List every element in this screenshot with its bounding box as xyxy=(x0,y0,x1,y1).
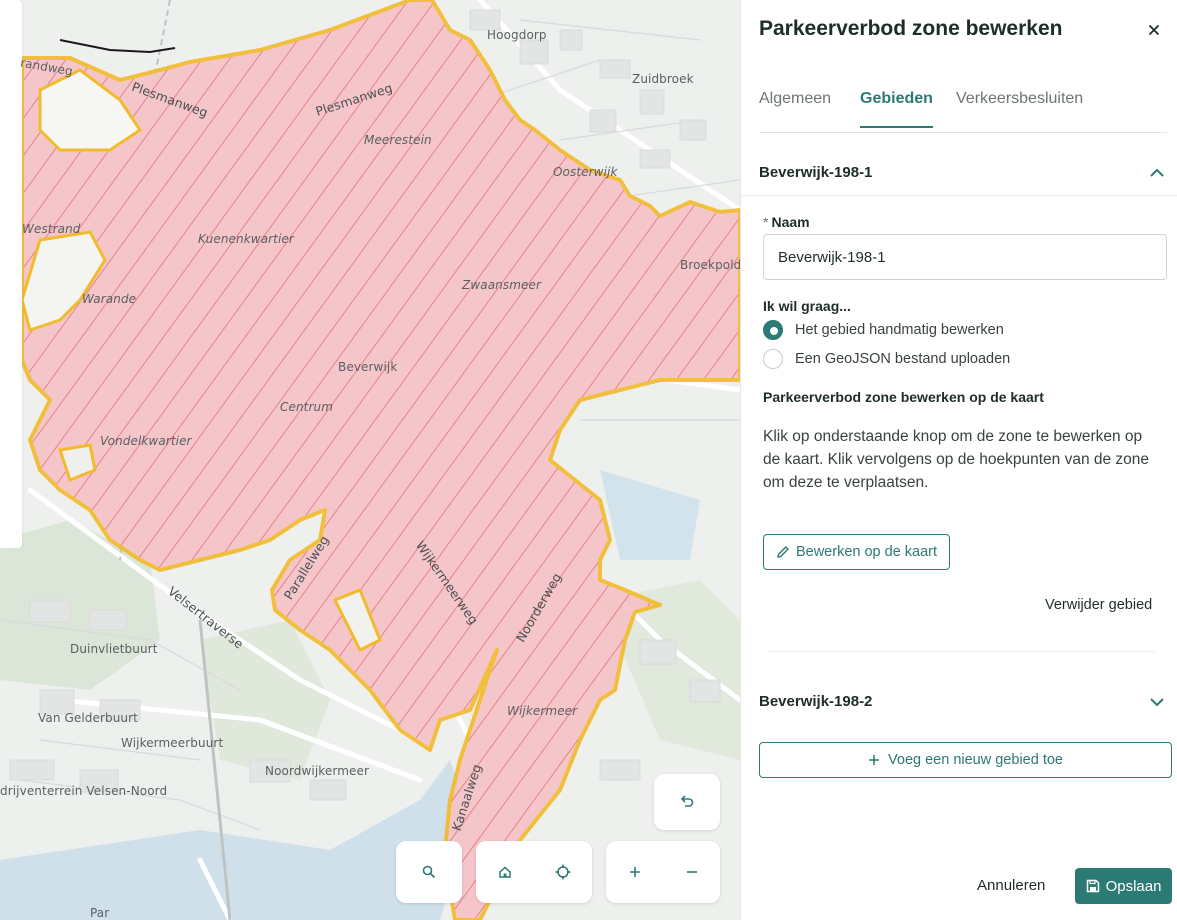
divider xyxy=(769,651,1155,652)
name-label: * Naam xyxy=(763,214,810,230)
save-icon xyxy=(1086,879,1099,893)
edit-on-map-heading: Parkeerverbod zone bewerken op de kaart xyxy=(763,389,1044,405)
chevron-down-icon xyxy=(1150,698,1164,707)
tab-verkeersbesluiten[interactable]: Verkeersbesluiten xyxy=(956,90,1083,126)
plus-icon xyxy=(869,755,880,765)
map-label: Wijkermeer xyxy=(507,704,578,718)
map-search-button[interactable] xyxy=(411,854,447,890)
radio-option-manual[interactable]: Het gebied handmatig bewerken xyxy=(763,319,1004,341)
map-view[interactable]: Hoogdorp Zuidbroek Plesmanweg Plesmanweg… xyxy=(0,0,740,920)
name-label-text: Naam xyxy=(771,214,810,230)
remove-area-link[interactable]: Verwijder gebied xyxy=(1045,597,1152,613)
radio-geojson-label: Een GeoJSON bestand uploaden xyxy=(795,351,1011,367)
area-2-title: Beverwijk-198-2 xyxy=(759,692,873,710)
locate-icon xyxy=(555,864,571,880)
map-label: Par xyxy=(90,906,110,920)
map-label: Van Gelderbuurt xyxy=(38,711,138,725)
close-button[interactable] xyxy=(1143,18,1165,42)
map-label: Beverwijk xyxy=(338,360,398,374)
map-label: Vondelkwartier xyxy=(100,434,192,448)
radio-option-geojson[interactable]: Een GeoJSON bestand uploaden xyxy=(763,348,1010,370)
locate-button[interactable] xyxy=(545,854,581,890)
map-label: Oosterwijk xyxy=(553,165,618,179)
undo-icon xyxy=(680,795,694,807)
save-label: Opslaan xyxy=(1105,877,1162,895)
map-label: Wijkermeerbuurt xyxy=(121,736,224,750)
zoom-in-button[interactable] xyxy=(617,854,653,890)
tab-gebieden[interactable]: Gebieden xyxy=(860,90,933,128)
home-icon xyxy=(499,866,511,878)
choice-label: Ik wil graag... xyxy=(763,298,851,314)
add-area-button[interactable]: Voeg een nieuw gebied toe xyxy=(759,742,1172,778)
edit-zone-panel: Parkeerverbod zone bewerken Algemeen Geb… xyxy=(740,0,1177,920)
home-button[interactable] xyxy=(487,854,523,890)
instructions-text: Klik op onderstaande knop om de zone te … xyxy=(763,428,1150,491)
save-button[interactable]: Opslaan xyxy=(1075,868,1172,904)
close-icon xyxy=(1148,24,1160,36)
add-area-label: Voeg een nieuw gebied toe xyxy=(888,752,1063,768)
radio-geojson[interactable] xyxy=(763,349,783,369)
cancel-button[interactable]: Annuleren xyxy=(977,877,1045,894)
map-label: Westrand xyxy=(22,222,81,236)
radio-manual[interactable] xyxy=(763,320,783,340)
map-label: Warande xyxy=(82,292,137,306)
required-mark: * xyxy=(763,214,769,230)
map-label: Duinvlietbuurt xyxy=(70,642,158,656)
map-label: Meerestein xyxy=(364,133,432,147)
map-undo-control xyxy=(654,774,720,830)
map-nav-control xyxy=(476,841,592,903)
map-label: Zuidbroek xyxy=(632,72,694,86)
zoom-in-icon xyxy=(629,867,640,877)
area-1-header[interactable]: Beverwijk-198-1 xyxy=(741,149,1177,196)
undo-button[interactable] xyxy=(669,784,705,820)
map-label: Noordwijkermeer xyxy=(265,764,369,778)
area-2-header[interactable]: Beverwijk-198-2 xyxy=(741,678,1177,724)
map-side-panel-edge xyxy=(0,0,22,548)
pencil-icon xyxy=(777,546,789,558)
map-search-control xyxy=(396,841,462,903)
map-label: Centrum xyxy=(280,400,334,414)
zoom-out-button[interactable] xyxy=(674,854,710,890)
area-1-title: Beverwijk-198-1 xyxy=(759,163,873,181)
map-label: Hoogdorp xyxy=(487,28,547,42)
panel-title: Parkeerverbod zone bewerken xyxy=(759,17,1063,40)
map-label: Kuenenkwartier xyxy=(198,232,294,246)
tab-algemeen[interactable]: Algemeen xyxy=(759,90,831,126)
chevron-up-icon xyxy=(1150,168,1164,177)
map-label: Zwaansmeer xyxy=(462,278,541,292)
edit-on-map-label: Bewerken op de kaart xyxy=(795,544,938,560)
tab-bar: Algemeen Gebieden Verkeersbesluiten xyxy=(759,82,1167,133)
radio-manual-label: Het gebied handmatig bewerken xyxy=(795,322,1004,338)
map-zoom-control xyxy=(606,841,720,903)
zoom-out-icon xyxy=(686,871,697,873)
search-icon xyxy=(422,865,436,879)
edit-on-map-button[interactable]: Bewerken op de kaart xyxy=(763,534,950,570)
map-label: Broekpold xyxy=(680,258,740,272)
map-label: drijventerrein Velsen-Noord xyxy=(0,784,168,798)
name-field[interactable] xyxy=(763,234,1167,280)
